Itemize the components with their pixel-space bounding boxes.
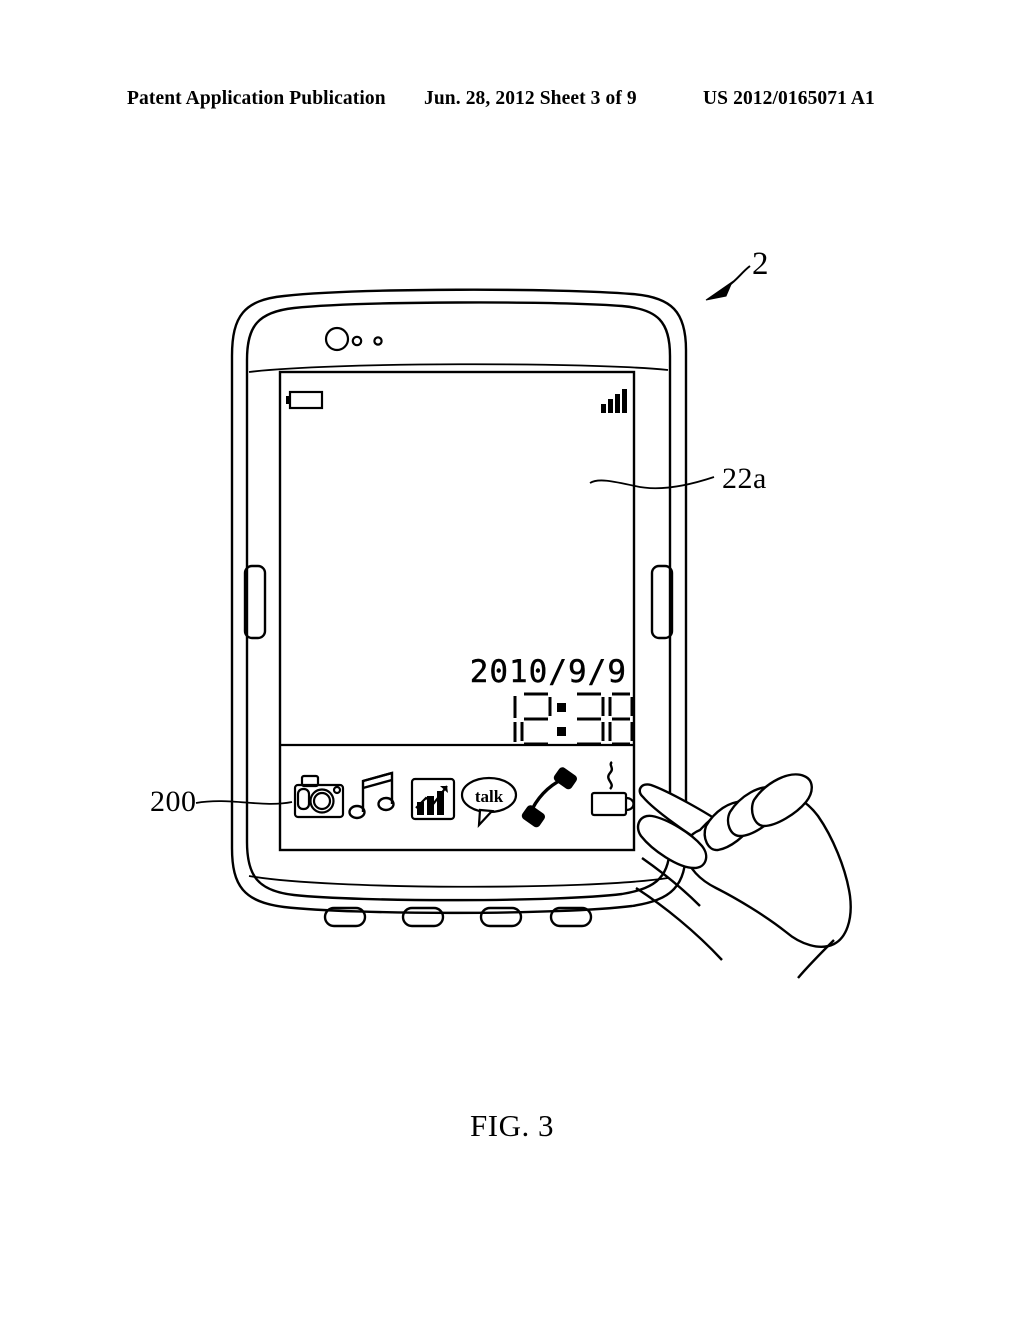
reference-label-device: 2 [752,246,769,282]
signal-bar-4 [622,389,627,413]
leader-arrow-2 [705,280,734,301]
talk-label: talk [475,787,504,806]
front-camera-icon [324,326,350,352]
device-bottom-bezel-line [248,875,669,888]
signal-bar-2 [608,399,613,413]
signal-bar-1 [601,404,606,413]
clock-date-text: 2010/9/9 [470,654,627,690]
front-sensor-group [324,326,383,352]
clock-date: 2010/9/9 [469,654,627,690]
leader-line-200 [195,800,293,805]
screen-bounds[interactable] [278,370,636,852]
reference-label-dock-bar: 200 [150,785,197,818]
screen-panel[interactable] [278,370,636,852]
hand-wrist-lower [635,886,723,961]
sensor-dot-small [373,336,383,346]
reference-label-display-area: 22a [722,462,767,495]
bottom-button-2[interactable] [401,906,445,928]
bottom-button-3[interactable] [479,906,523,928]
sensor-dot-large [351,335,363,347]
signal-bar-3 [615,394,620,413]
battery-terminal [286,396,290,404]
figure-caption: FIG. 3 [470,1108,554,1143]
touching-hand [635,773,852,979]
